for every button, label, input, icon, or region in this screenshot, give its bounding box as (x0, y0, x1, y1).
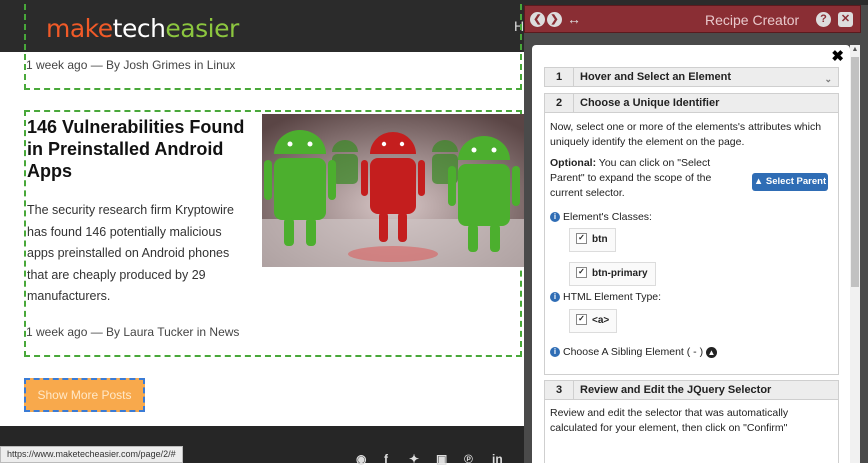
expand-horizontal-icon[interactable]: ↔ (567, 11, 581, 27)
back-icon[interactable]: ❮ (530, 12, 545, 27)
article-excerpt: The security research firm Kryptowire ha… (27, 203, 235, 303)
class-name: btn (592, 234, 608, 245)
info-icon[interactable]: i (550, 292, 560, 303)
scroll-thumb[interactable] (851, 57, 859, 287)
step-label: Hover and Select an Element (580, 71, 731, 83)
step-3-header[interactable]: 3 Review and Edit the JQuery Selector (544, 380, 839, 400)
sibling-label: i Choose A Sibling Element ( - ) ▲ (550, 345, 717, 360)
article-meta-previous: 1 week ago — By Josh Grimes in Linux (26, 58, 236, 72)
element-type-label-text: HTML Element Type: (563, 291, 662, 303)
step-3-body: Review and edit the selector that was au… (544, 400, 839, 463)
twitter-icon[interactable]: ✦ (409, 452, 419, 466)
optional-label: Optional: (550, 157, 597, 169)
article-image-android-robots[interactable] (262, 114, 524, 267)
step-2-optional: Optional: You can click on "Select Paren… (550, 156, 720, 201)
selection-outline-previous (24, 4, 522, 90)
info-icon[interactable]: i (550, 347, 560, 358)
rss-icon[interactable]: ◉ (356, 452, 366, 466)
class-checkbox-btn[interactable]: ✓ btn (569, 228, 616, 252)
classes-label: i Element's Classes: (550, 210, 652, 225)
classes-label-text: Element's Classes: (563, 211, 652, 223)
close-content-icon[interactable]: ✖ (831, 47, 844, 65)
chevron-down-icon[interactable]: ⌄ (824, 70, 832, 88)
scroll-up-icon[interactable]: ▲ (850, 45, 860, 55)
forward-icon[interactable]: ❯ (547, 12, 562, 27)
select-parent-label: Select Parent (765, 176, 827, 187)
step-number: 1 (545, 68, 574, 86)
info-icon[interactable]: i (550, 212, 560, 223)
facebook-icon[interactable]: f (384, 452, 388, 466)
class-name: btn-primary (592, 268, 648, 279)
help-icon[interactable]: ? (816, 12, 831, 27)
panel-content: ✖ 1 Hover and Select an Element ⌄ 2 Choose… (532, 45, 850, 463)
panel-title: Recipe Creator (705, 12, 800, 28)
checkbox-checked-icon[interactable]: ✓ (576, 266, 587, 278)
step-2-body: Now, select one or more of the elements'… (544, 113, 839, 375)
linkedin-icon[interactable]: in (492, 452, 503, 466)
close-panel-button[interactable]: ✕ (838, 12, 853, 27)
step-2-header[interactable]: 2 Choose a Unique Identifier (544, 93, 839, 113)
article-title[interactable]: 146 Vulnerabilities Found in Preinstalle… (27, 116, 257, 182)
checkbox-checked-icon[interactable]: ✓ (576, 313, 587, 325)
class-checkbox-btn-primary[interactable]: ✓ btn-primary (569, 262, 656, 286)
element-type-value: <a> (592, 315, 610, 326)
article-meta: 1 week ago — By Laura Tucker in News (26, 325, 240, 339)
panel-titlebar[interactable]: ❮ ❯ ↔ Recipe Creator ? ✕ (524, 5, 861, 33)
checkbox-checked-icon[interactable]: ✓ (576, 232, 587, 244)
element-type-label: i HTML Element Type: (550, 290, 661, 305)
step-number: 2 (545, 94, 574, 112)
step-number: 3 (545, 381, 574, 399)
status-bar-url: https://www.maketecheasier.com/page/2/# (0, 446, 183, 463)
step-label: Review and Edit the JQuery Selector (580, 384, 772, 396)
sibling-label-text: Choose A Sibling Element ( - ) (563, 346, 704, 358)
pinterest-icon[interactable]: ℗ (464, 452, 473, 466)
element-type-checkbox[interactable]: ✓ <a> (569, 309, 618, 333)
step-2-intro: Now, select one or more of the elements'… (550, 121, 822, 148)
step-1-header[interactable]: 1 Hover and Select an Element ⌄ (544, 67, 839, 87)
panel-scrollbar[interactable]: ▲ (850, 45, 860, 463)
step-3-text: Review and edit the selector that was au… (550, 407, 789, 434)
instagram-icon[interactable]: ▣ (436, 452, 447, 466)
arrow-up-circle-icon[interactable]: ▲ (706, 346, 717, 358)
show-more-posts-button[interactable]: Show More Posts (24, 378, 145, 412)
step-label: Choose a Unique Identifier (580, 97, 720, 109)
select-parent-button[interactable]: ▲ Select Parent (752, 173, 828, 191)
